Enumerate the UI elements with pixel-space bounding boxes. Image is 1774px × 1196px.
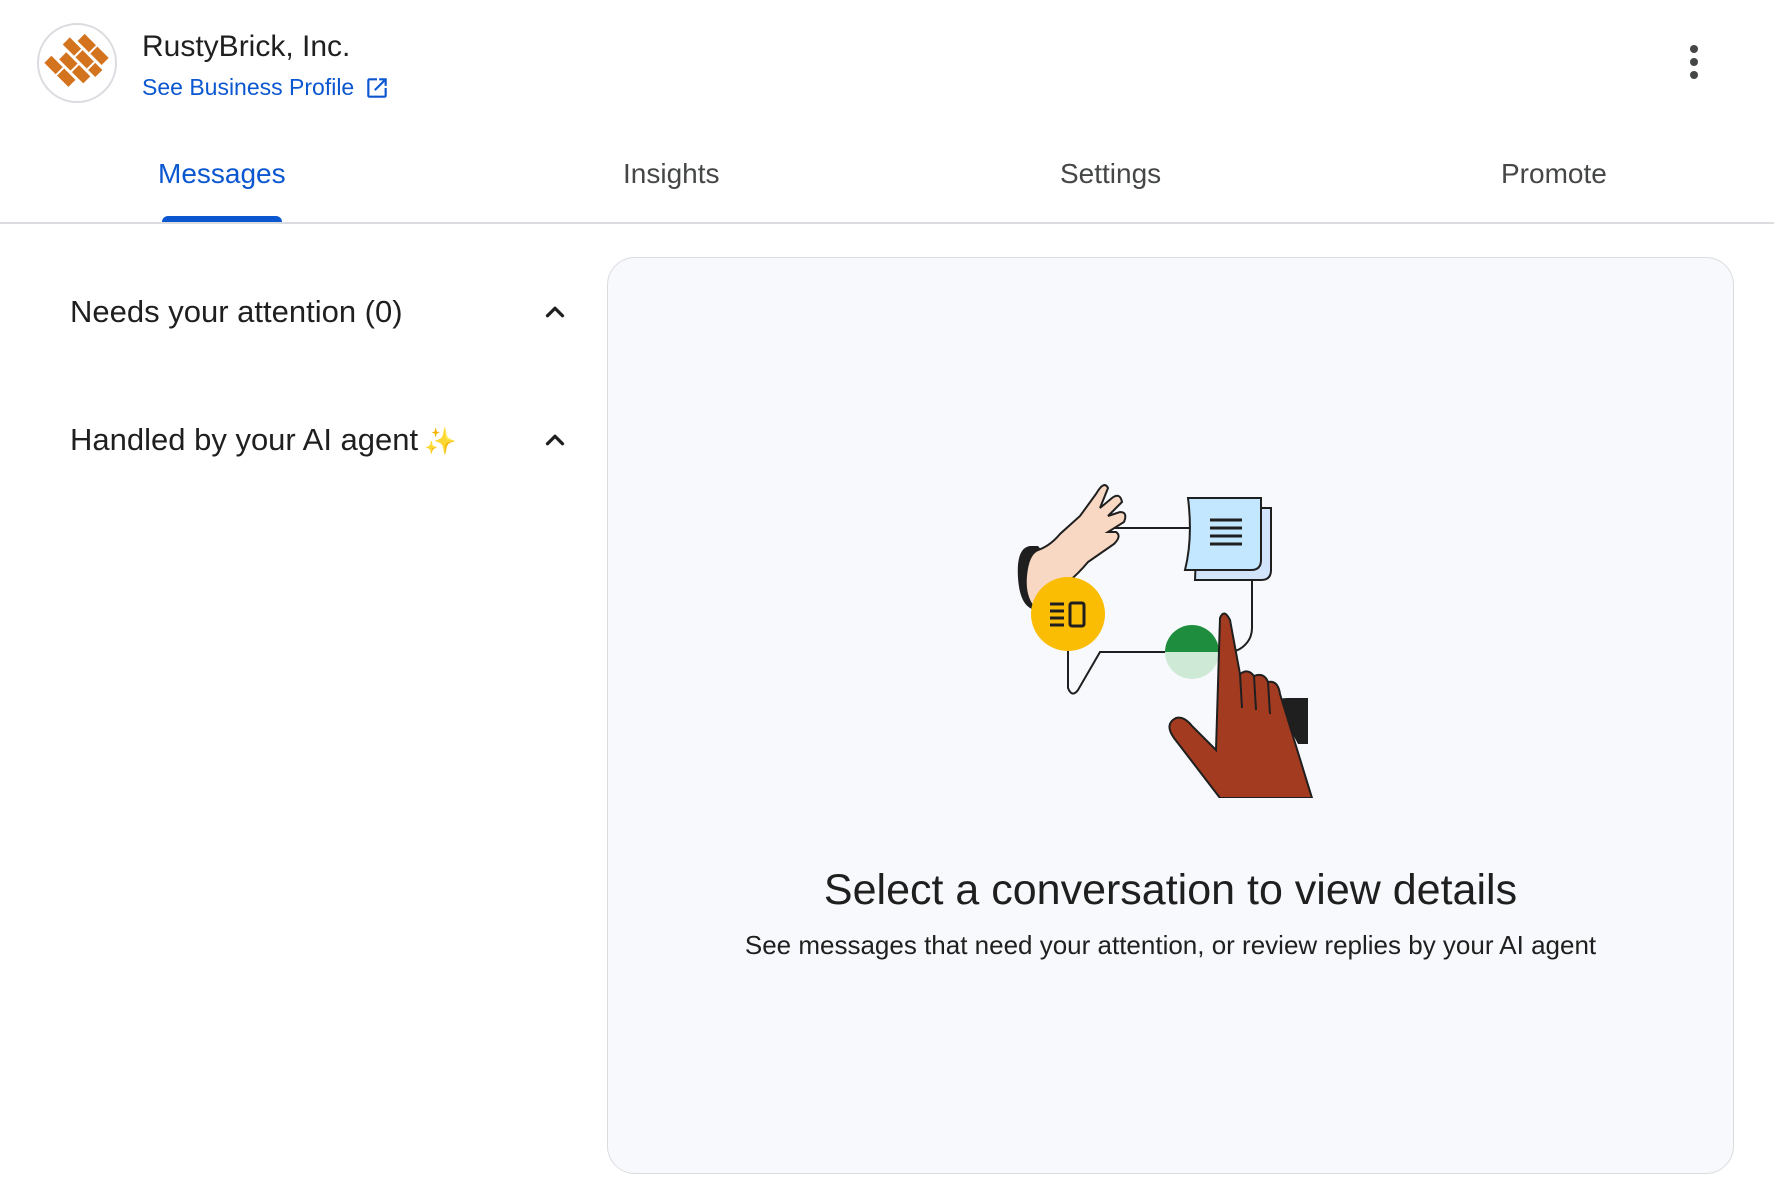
tab-promote-label: Promote — [1501, 158, 1607, 189]
empty-state-subtitle: See messages that need your attention, o… — [744, 930, 1597, 960]
active-tab-indicator — [162, 216, 282, 222]
open-in-new-icon — [367, 77, 387, 98]
business-logo — [37, 23, 117, 103]
chevron-up-icon[interactable] — [540, 425, 570, 455]
tab-messages[interactable]: Messages — [158, 158, 286, 222]
rustybrick-logo-icon — [44, 33, 109, 87]
tab-settings-label: Settings — [1060, 158, 1162, 189]
business-header: RustyBrick, Inc. See Business Profile — [0, 0, 1774, 130]
section-needs-attention-title: Needs your attention (0) — [70, 294, 403, 329]
tab-insights[interactable]: Insights — [623, 158, 720, 222]
sparkle-icon: ✨ — [424, 426, 457, 456]
more-vert-icon — [1690, 45, 1698, 53]
tab-bar: Messages Insights Settings Promote — [0, 130, 1774, 224]
section-handled-by-ai-title: Handled by your AI agent ✨ — [70, 422, 457, 457]
empty-state-title: Select a conversation to view details — [823, 866, 1518, 914]
see-business-profile-label: See Business Profile — [142, 74, 355, 100]
business-name: RustyBrick, Inc. — [142, 30, 351, 63]
tab-messages-label: Messages — [158, 158, 286, 189]
tab-insights-label: Insights — [623, 158, 720, 189]
section-needs-attention[interactable]: Needs your attention (0) — [70, 287, 570, 337]
section-handled-by-ai[interactable]: Handled by your AI agent ✨ — [70, 415, 570, 465]
tab-settings[interactable]: Settings — [1060, 158, 1161, 222]
conversation-detail-panel: Select a conversation to view details Se… — [607, 257, 1734, 1174]
tab-promote[interactable]: Promote — [1501, 158, 1607, 222]
see-business-profile-link[interactable]: See Business Profile — [142, 74, 390, 101]
more-options-button[interactable] — [1672, 40, 1716, 84]
conversation-illustration — [1017, 484, 1314, 798]
chevron-up-icon[interactable] — [540, 297, 570, 327]
